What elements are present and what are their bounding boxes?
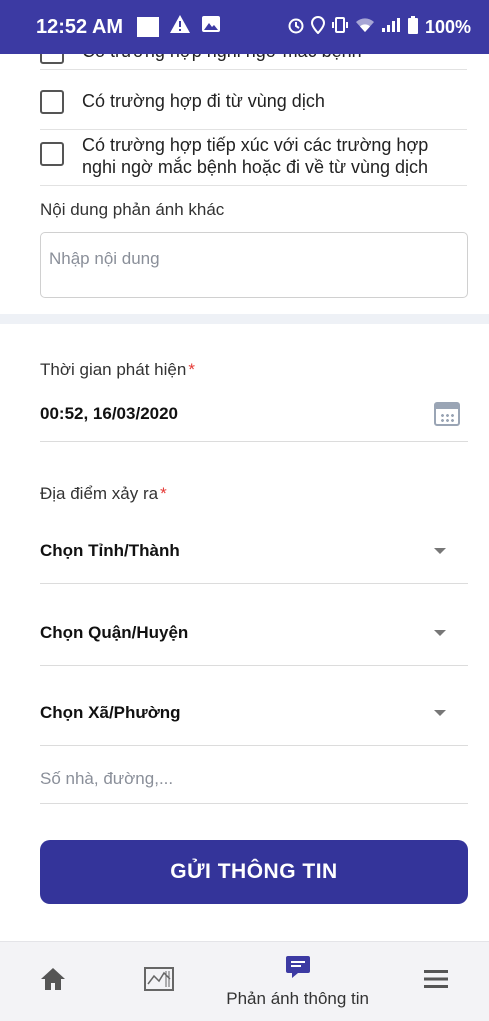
district-select[interactable]: Chọn Quận/Huyện	[40, 600, 468, 666]
province-select[interactable]: Chọn Tỉnh/Thành	[40, 518, 468, 584]
image-icon	[201, 15, 221, 39]
section-divider	[0, 314, 489, 324]
chevron-down-icon	[434, 709, 446, 716]
detection-time-field[interactable]: 00:52, 16/03/2020	[40, 386, 468, 442]
other-report-input[interactable]	[49, 249, 459, 269]
required-mark: *	[160, 484, 167, 503]
status-bar: 12:52 AM 100%	[0, 0, 489, 54]
ward-select[interactable]: Chọn Xã/Phường	[40, 680, 468, 746]
wifi-icon	[355, 17, 375, 38]
checklist-item-contact[interactable]: Có trường hợp tiếp xúc với các trường hợ…	[40, 132, 467, 186]
detection-time-value: 00:52, 16/03/2020	[40, 403, 179, 423]
battery-percent: 100%	[424, 16, 471, 37]
signal-icon	[381, 17, 401, 38]
address-input[interactable]	[40, 754, 468, 804]
ward-value: Chọn Xã/Phường	[40, 702, 181, 722]
message-icon	[285, 954, 311, 985]
location-icon	[310, 15, 325, 39]
status-time: 12:52 AM	[36, 15, 124, 38]
location-label: Địa điểm xảy ra *	[40, 484, 167, 503]
warning-icon	[169, 14, 191, 40]
required-mark: *	[188, 360, 195, 379]
nav-report-label: Phản ánh thông tin	[226, 989, 369, 1008]
nav-home[interactable]	[0, 942, 106, 1021]
submit-button[interactable]: GỬI THÔNG TIN	[40, 840, 468, 904]
nav-report[interactable]: Phản ánh thông tin	[213, 942, 383, 1021]
checkbox[interactable]	[40, 54, 64, 64]
chevron-down-icon	[434, 629, 446, 636]
report-form: Có trường hợp nghi ngờ mắc bệnh Có trườn…	[0, 54, 489, 941]
other-report-label: Nội dung phản ánh khác	[40, 200, 225, 219]
district-value: Chọn Quận/Huyện	[40, 622, 189, 642]
nav-menu[interactable]	[383, 942, 489, 1021]
checklist-label: Có trường hợp đi từ vùng dịch	[82, 91, 325, 111]
home-icon	[39, 966, 67, 997]
province-value: Chọn Tỉnh/Thành	[40, 540, 180, 560]
vibrate-icon	[331, 16, 349, 39]
checklist-item-from-epidemic-area[interactable]: Có trường hợp đi từ vùng dịch	[40, 80, 467, 130]
nav-chart[interactable]	[106, 942, 212, 1021]
checklist-label: Có trường hợp tiếp xúc với các trường hợ…	[82, 135, 429, 177]
menu-icon	[423, 968, 449, 995]
alarm-icon	[287, 16, 305, 39]
checklist-label: Có trường hợp nghi ngờ mắc bệnh	[82, 54, 362, 62]
notification-square-icon	[137, 17, 160, 37]
detection-time-label: Thời gian phát hiện *	[40, 360, 195, 379]
battery-icon	[407, 15, 419, 39]
calendar-icon[interactable]	[434, 401, 460, 426]
other-report-field[interactable]	[40, 232, 468, 298]
bottom-nav: Phản ánh thông tin	[0, 941, 489, 1021]
checkbox[interactable]	[40, 142, 64, 166]
chart-icon	[144, 967, 175, 996]
checkbox[interactable]	[40, 90, 64, 114]
checklist-item-suspected[interactable]: Có trường hợp nghi ngờ mắc bệnh	[40, 54, 467, 70]
chevron-down-icon	[434, 547, 446, 554]
